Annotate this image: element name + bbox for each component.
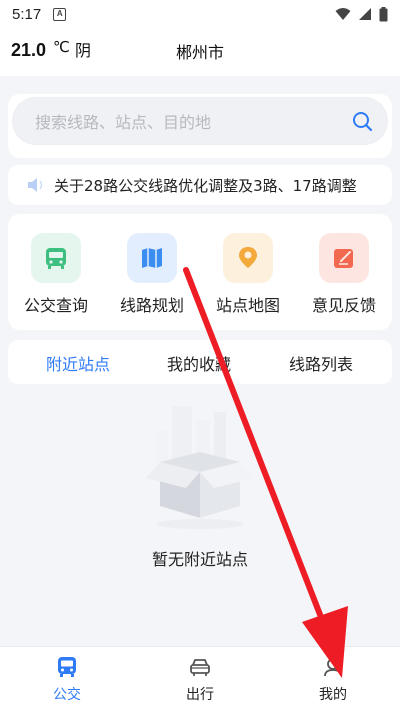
status-time: 5:17	[12, 5, 42, 23]
header: 21.0 ℃ 阴 郴州市	[0, 28, 400, 76]
speaker-icon	[28, 178, 43, 192]
function-grid: 公交查询 线路规划 站点地图 意见反馈	[8, 214, 392, 330]
empty-state-text: 暂无附近站点	[151, 550, 248, 569]
bottom-nav: 公交 出行 我的	[0, 646, 400, 710]
func-label: 线路规划	[119, 296, 184, 315]
status-bar: 5:17 A	[0, 0, 400, 28]
car-icon	[190, 659, 210, 676]
bus-icon	[58, 657, 76, 677]
signal-icon	[359, 8, 371, 20]
feedback-icon	[319, 233, 369, 283]
func-station-map[interactable]: 站点地图	[203, 233, 293, 316]
status-icons	[335, 6, 388, 22]
nav-label: 出行	[186, 687, 214, 703]
func-label: 站点地图	[215, 296, 280, 315]
nav-label: 公交	[53, 687, 81, 703]
func-bus-query[interactable]: 公交查询	[11, 233, 101, 316]
city-name[interactable]: 郴州市	[0, 39, 400, 63]
func-label: 意见反馈	[311, 296, 376, 315]
location-pin-icon	[223, 233, 273, 283]
profile-icon	[324, 658, 342, 677]
bus-icon	[31, 233, 81, 283]
map-icon	[127, 233, 177, 283]
tab-favorites[interactable]: 我的收藏	[167, 351, 231, 375]
nav-travel[interactable]: 出行	[160, 655, 240, 704]
wifi-icon	[335, 8, 351, 20]
tab-nearby-stations[interactable]: 附近站点	[46, 351, 110, 375]
search-input[interactable]: 搜索线路、站点、目的地	[13, 98, 387, 144]
nav-label: 我的	[319, 687, 347, 703]
search-placeholder: 搜索线路、站点、目的地	[35, 113, 212, 132]
nav-bus[interactable]: 公交	[27, 655, 107, 704]
notice-text: 关于28路公交线路优化调整及3路、17路调整	[54, 176, 357, 195]
battery-icon	[379, 6, 388, 21]
nav-mine[interactable]: 我的	[293, 655, 373, 704]
func-feedback[interactable]: 意见反馈	[299, 233, 389, 316]
notice-bar[interactable]: 关于28路公交线路优化调整及3路、17路调整	[8, 165, 392, 205]
notification-a-icon: A	[53, 7, 67, 21]
func-route-planning[interactable]: 线路规划	[107, 233, 197, 316]
tab-route-list[interactable]: 线路列表	[289, 351, 353, 375]
empty-box-illustration	[146, 406, 254, 529]
func-label: 公交查询	[23, 296, 88, 315]
search-icon[interactable]	[351, 110, 373, 132]
station-tabs: 附近站点 我的收藏 线路列表	[8, 340, 392, 384]
